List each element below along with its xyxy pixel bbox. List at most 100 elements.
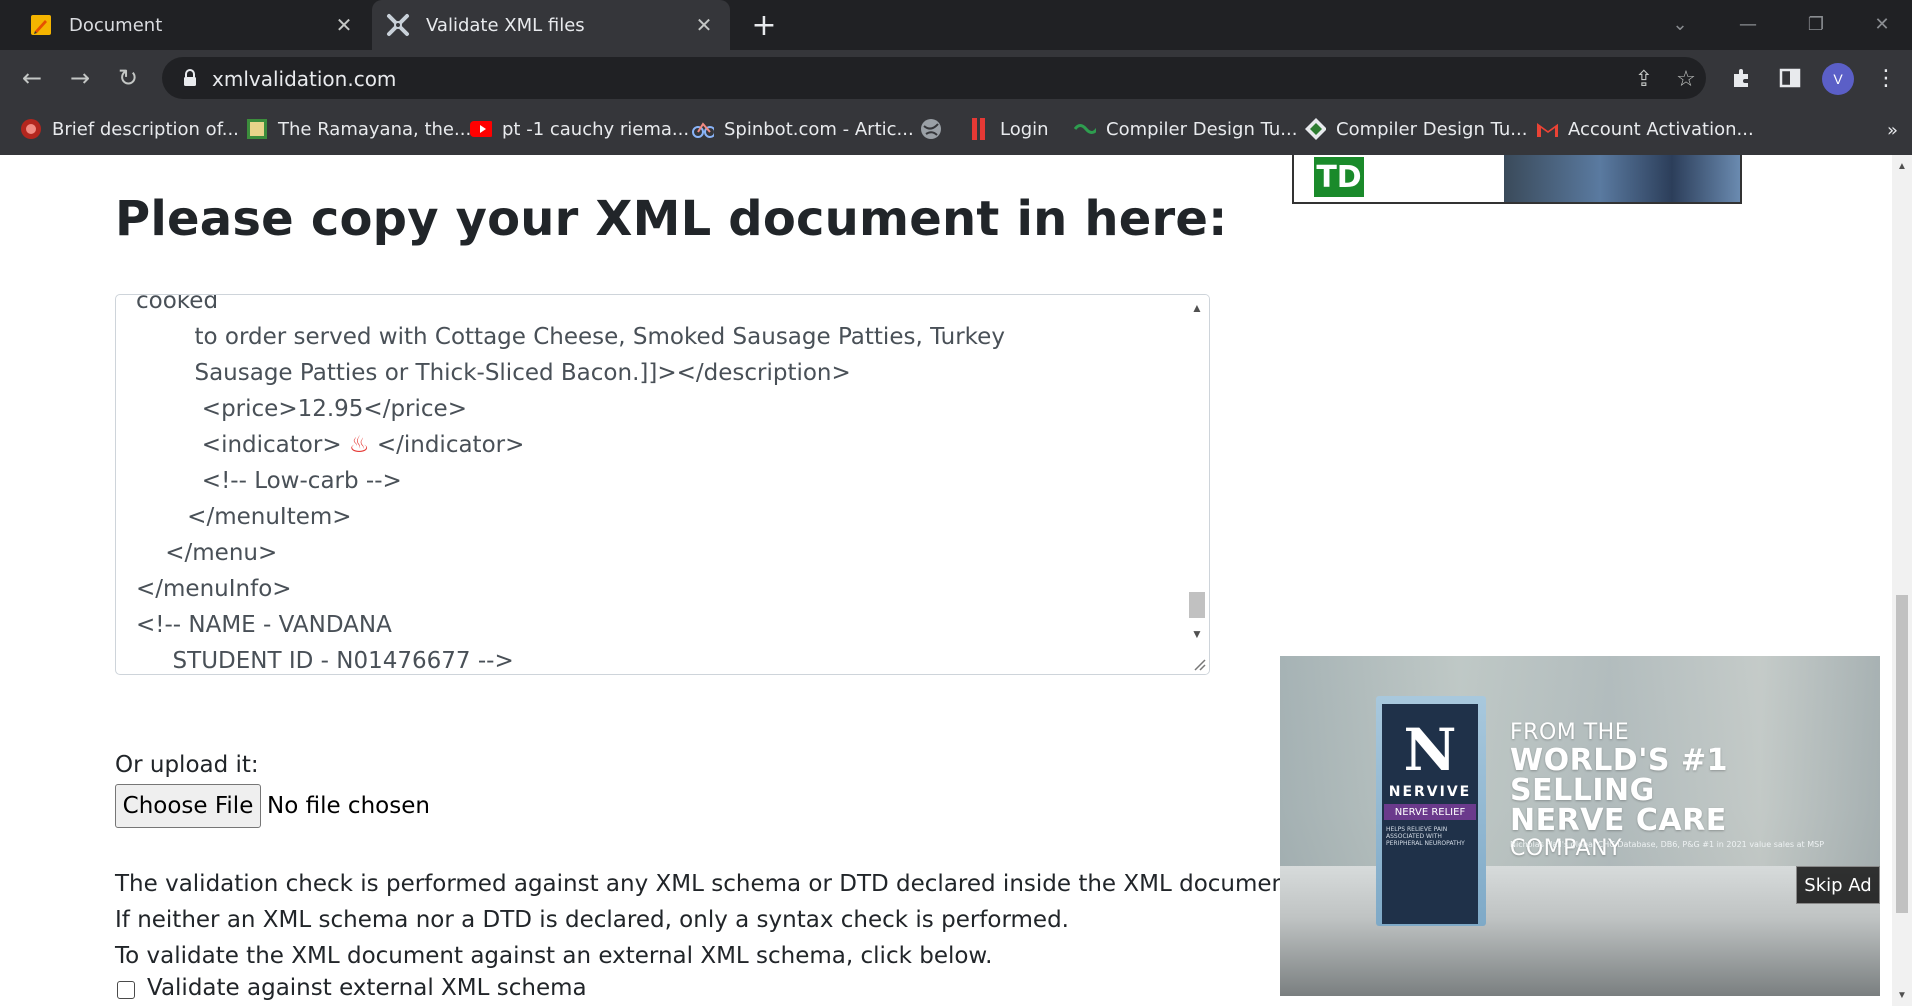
code-line: cooked [136, 294, 219, 314]
box-fine-print: HELPS RELIEVE PAIN ASSOCIATED WITH PERIP… [1386, 826, 1465, 847]
toolbar: ← → ↻ xmlvalidation.com ⇪ ☆ V ⋮ [0, 50, 1912, 106]
tab-document[interactable]: Document ✕ [15, 0, 370, 50]
external-schema-checkbox[interactable] [117, 981, 135, 999]
code-line: Sausage Patties or Thick-Sliced Bacon.]]… [136, 360, 851, 386]
hot-springs-icon: ♨ [348, 432, 370, 458]
youtube-icon [470, 118, 492, 140]
reload-button[interactable]: ↻ [110, 60, 146, 96]
profile-avatar[interactable]: V [1822, 63, 1854, 95]
tab-strip: Document ✕ Validate XML files ✕ + ⌄ — ❐ … [0, 0, 1912, 50]
close-tab-icon[interactable]: ✕ [328, 9, 360, 41]
bookmark-label: pt -1 cauchy riema... [502, 118, 690, 140]
close-tab-icon[interactable]: ✕ [688, 9, 720, 41]
info-text: To validate the XML document against an … [115, 943, 993, 969]
red-bars-icon [968, 118, 990, 140]
page-scrollbar[interactable]: ▲ ▼ [1892, 155, 1912, 1006]
code-line: </menuInfo> [136, 576, 292, 602]
menu-kebab-icon[interactable]: ⋮ [1868, 60, 1904, 96]
xml-content: cooked to order served with Cottage Chee… [136, 294, 1179, 674]
globe-icon [920, 118, 942, 140]
code-line: <indicator> ♨ </indicator> [136, 432, 525, 458]
lock-icon[interactable] [180, 67, 200, 89]
textarea-scrollbar[interactable]: ▲ ▼ [1187, 295, 1209, 674]
image-icon [246, 118, 268, 140]
bookmark-label: Compiler Design Tu... [1106, 118, 1298, 140]
ad-photo [1504, 155, 1740, 202]
xml-textarea[interactable]: cooked to order served with Cottage Chee… [115, 294, 1210, 675]
code-line: </menu> [136, 540, 278, 566]
code-line: to order served with Cottage Cheese, Smo… [136, 324, 1005, 350]
tab-search-icon[interactable]: ⌄ [1660, 8, 1700, 40]
bookmark-label: Compiler Design Tu... [1336, 118, 1528, 140]
bookmark-item[interactable]: Account Activation... [1536, 114, 1754, 144]
brand-name: NERVIVE [1388, 784, 1472, 800]
headline-line: WORLD'S #1 SELLING [1510, 743, 1728, 808]
scroll-up-arrow-icon[interactable]: ▲ [1896, 159, 1908, 173]
forward-button[interactable]: → [62, 60, 98, 96]
url-text: xmlvalidation.com [212, 67, 397, 91]
bookmarks-overflow-icon[interactable]: » [1887, 120, 1898, 141]
pencil-note-icon [29, 13, 53, 37]
top-banner-ad[interactable]: TD [1292, 155, 1742, 204]
address-bar[interactable]: xmlvalidation.com ⇪ ☆ [162, 57, 1706, 99]
restore-button[interactable]: ❐ [1796, 8, 1836, 40]
green-logo-icon [1074, 118, 1096, 140]
scroll-down-arrow-icon[interactable]: ▼ [1896, 988, 1908, 1002]
ad-disclaimer: Nicholas Hall's global CHC Database, DB6… [1510, 840, 1825, 849]
close-window-button[interactable]: ✕ [1862, 8, 1902, 40]
tab-title: Document [69, 14, 163, 36]
brand-logo: N [1403, 716, 1457, 784]
bookmark-label: Account Activation... [1568, 118, 1754, 140]
scroll-down-arrow-icon[interactable]: ▼ [1190, 627, 1204, 641]
extensions-puzzle-icon[interactable] [1724, 60, 1760, 96]
code-line: </menuItem> [136, 504, 352, 530]
choose-file-button[interactable]: Choose File [115, 784, 261, 828]
upload-label: Or upload it: [115, 752, 259, 778]
bicycle-icon [692, 118, 714, 140]
tab-validate-xml[interactable]: Validate XML files ✕ [372, 0, 730, 50]
sub-brand: NERVE RELIEF [1384, 804, 1476, 820]
no-file-text: No file chosen [267, 793, 430, 819]
browser-chrome: Document ✕ Validate XML files ✕ + ⌄ — ❐ … [0, 0, 1912, 155]
bookmark-label: Spinbot.com - Artic... [724, 118, 914, 140]
page-title: Please copy your XML document in here: [115, 191, 1228, 247]
bookmark-label: The Ramayana, the... [278, 118, 472, 140]
bookmark-item[interactable]: Compiler Design Tu... [1074, 114, 1297, 144]
td-bank-logo: TD [1314, 157, 1364, 197]
bookmark-item[interactable]: Spinbot.com - Artic... [692, 114, 914, 144]
bookmark-item[interactable]: Compiler Design Tu... [1304, 114, 1527, 144]
bookmark-item[interactable]: The Ramayana, the... [246, 114, 471, 144]
ad-background-table [1280, 866, 1880, 996]
new-tab-button[interactable]: + [748, 8, 780, 43]
xml-tools-icon [386, 13, 410, 37]
gmail-icon [1536, 118, 1558, 140]
info-text: If neither an XML schema nor a DTD is de… [115, 907, 1069, 933]
bookmark-star-icon[interactable]: ☆ [1672, 65, 1700, 93]
bookmark-item[interactable]: pt -1 cauchy riema... [470, 114, 689, 144]
resize-grip-icon[interactable] [1192, 657, 1206, 671]
skip-ad-button[interactable]: Skip Ad [1796, 866, 1880, 904]
minimize-button[interactable]: — [1728, 8, 1768, 40]
bookmarks-bar: Brief description of... The Ramayana, th… [0, 106, 1912, 152]
bookmark-item[interactable]: Brief description of... [20, 114, 239, 144]
red-seal-icon [20, 118, 42, 140]
bookmark-item[interactable] [920, 114, 952, 144]
headline-line: NERVE CARE [1510, 803, 1727, 838]
scroll-up-arrow-icon[interactable]: ▲ [1190, 301, 1204, 315]
external-schema-label[interactable]: Validate against external XML schema [147, 975, 587, 1001]
page-scroll-thumb[interactable] [1896, 595, 1908, 913]
code-line: STUDENT ID - N01476677 --> [136, 648, 514, 674]
code-line: <!-- NAME - VANDANA [136, 612, 392, 638]
bookmark-item[interactable]: Login [968, 114, 1049, 144]
code-line: <!-- Low-carb --> [136, 468, 402, 494]
tab-title: Validate XML files [426, 14, 585, 36]
back-button[interactable]: ← [14, 60, 50, 96]
bookmark-label: Brief description of... [52, 118, 239, 140]
side-panel-icon[interactable] [1772, 60, 1808, 96]
info-text: The validation check is performed agains… [115, 871, 1303, 897]
bookmark-label: Login [1000, 118, 1049, 140]
share-icon[interactable]: ⇪ [1630, 65, 1658, 93]
scroll-thumb[interactable] [1189, 592, 1205, 618]
video-ad[interactable]: N NERVIVE NERVE RELIEF HELPS RELIEVE PAI… [1280, 656, 1880, 996]
diamond-logo-icon [1304, 118, 1326, 140]
